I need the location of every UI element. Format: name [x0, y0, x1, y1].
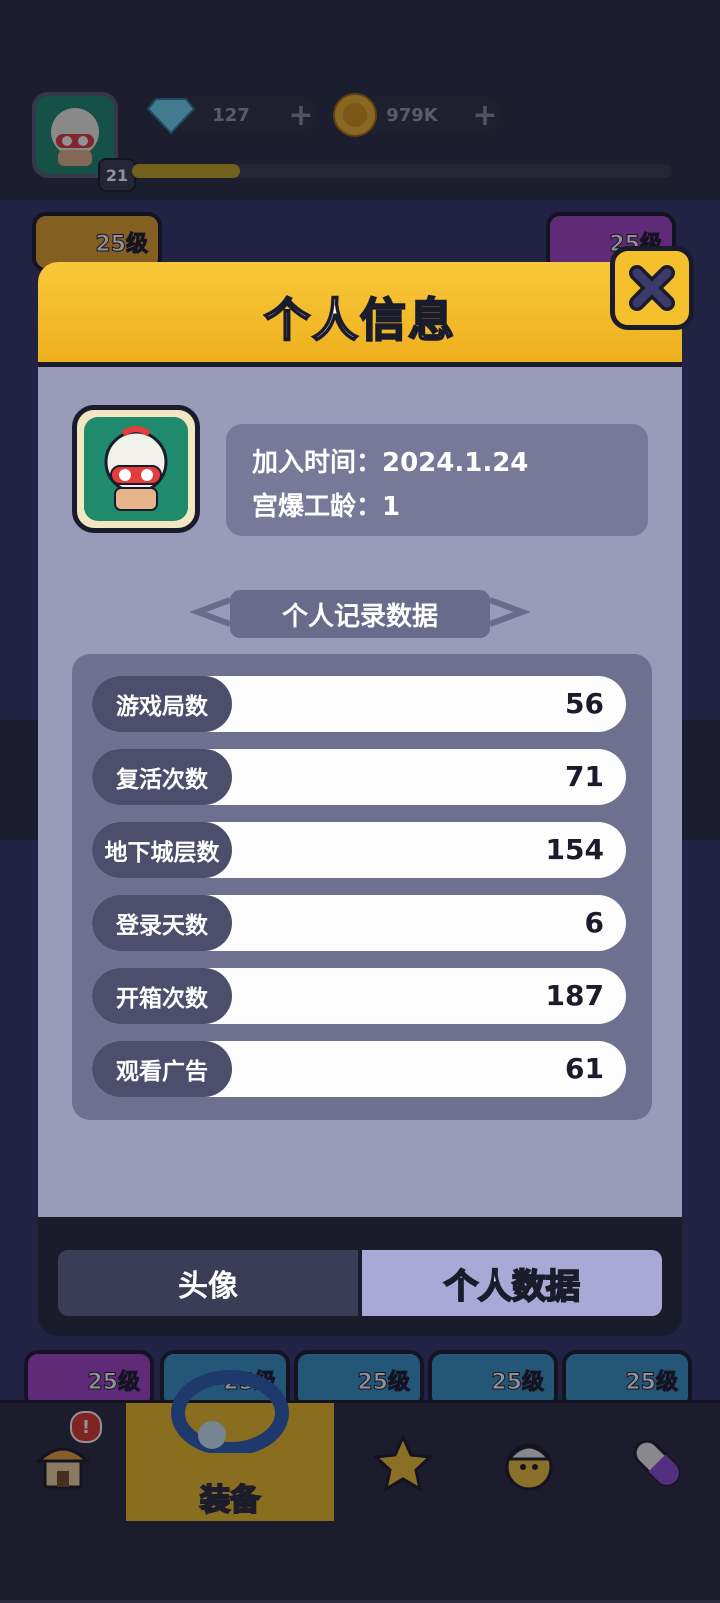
section-header: 个人记录数据: [190, 590, 530, 646]
tab-personal-data[interactable]: 个人数据: [362, 1250, 662, 1316]
stat-row: 地下城层数 154: [92, 822, 626, 878]
profile-info-box: 加入时间：2024.1.24 宫爆工龄：1: [226, 424, 648, 536]
stat-label: 复活次数: [92, 749, 232, 805]
stat-value: 187: [545, 979, 604, 1012]
stat-row: 观看广告 61: [92, 1041, 626, 1097]
tab-avatar[interactable]: 头像: [58, 1250, 358, 1316]
stat-row: 登录天数 6: [92, 895, 626, 951]
close-button[interactable]: [610, 246, 694, 330]
stat-row: 开箱次数 187: [92, 968, 626, 1024]
stat-row: 复活次数 71: [92, 749, 626, 805]
modal-tabs: 头像 个人数据: [54, 1246, 666, 1320]
modal-header: 个人信息: [38, 262, 682, 367]
stat-value: 56: [565, 687, 604, 720]
stat-label: 开箱次数: [92, 968, 232, 1024]
stat-value: 71: [565, 760, 604, 793]
stat-value: 154: [545, 833, 604, 866]
modal-title: 个人信息: [263, 292, 456, 348]
stat-value: 6: [584, 906, 604, 939]
stat-label: 地下城层数: [92, 822, 232, 878]
stat-label: 登录天数: [92, 895, 232, 951]
avatar-face-icon: [104, 426, 168, 511]
profile-avatar: [72, 405, 200, 533]
section-title: 个人记录数据: [230, 590, 490, 638]
stat-value: 61: [565, 1052, 604, 1085]
stat-row: 游戏局数 56: [92, 676, 626, 732]
stat-label: 观看广告: [92, 1041, 232, 1097]
stat-label: 游戏局数: [92, 676, 232, 732]
close-icon: [629, 265, 675, 311]
join-time-text: 加入时间：2024.1.24: [252, 448, 529, 478]
seniority-text: 宫爆工龄：1: [252, 492, 401, 522]
stats-panel: 游戏局数 56 复活次数 71 地下城层数 154 登录天数 6 开箱次数 18…: [72, 654, 652, 1120]
